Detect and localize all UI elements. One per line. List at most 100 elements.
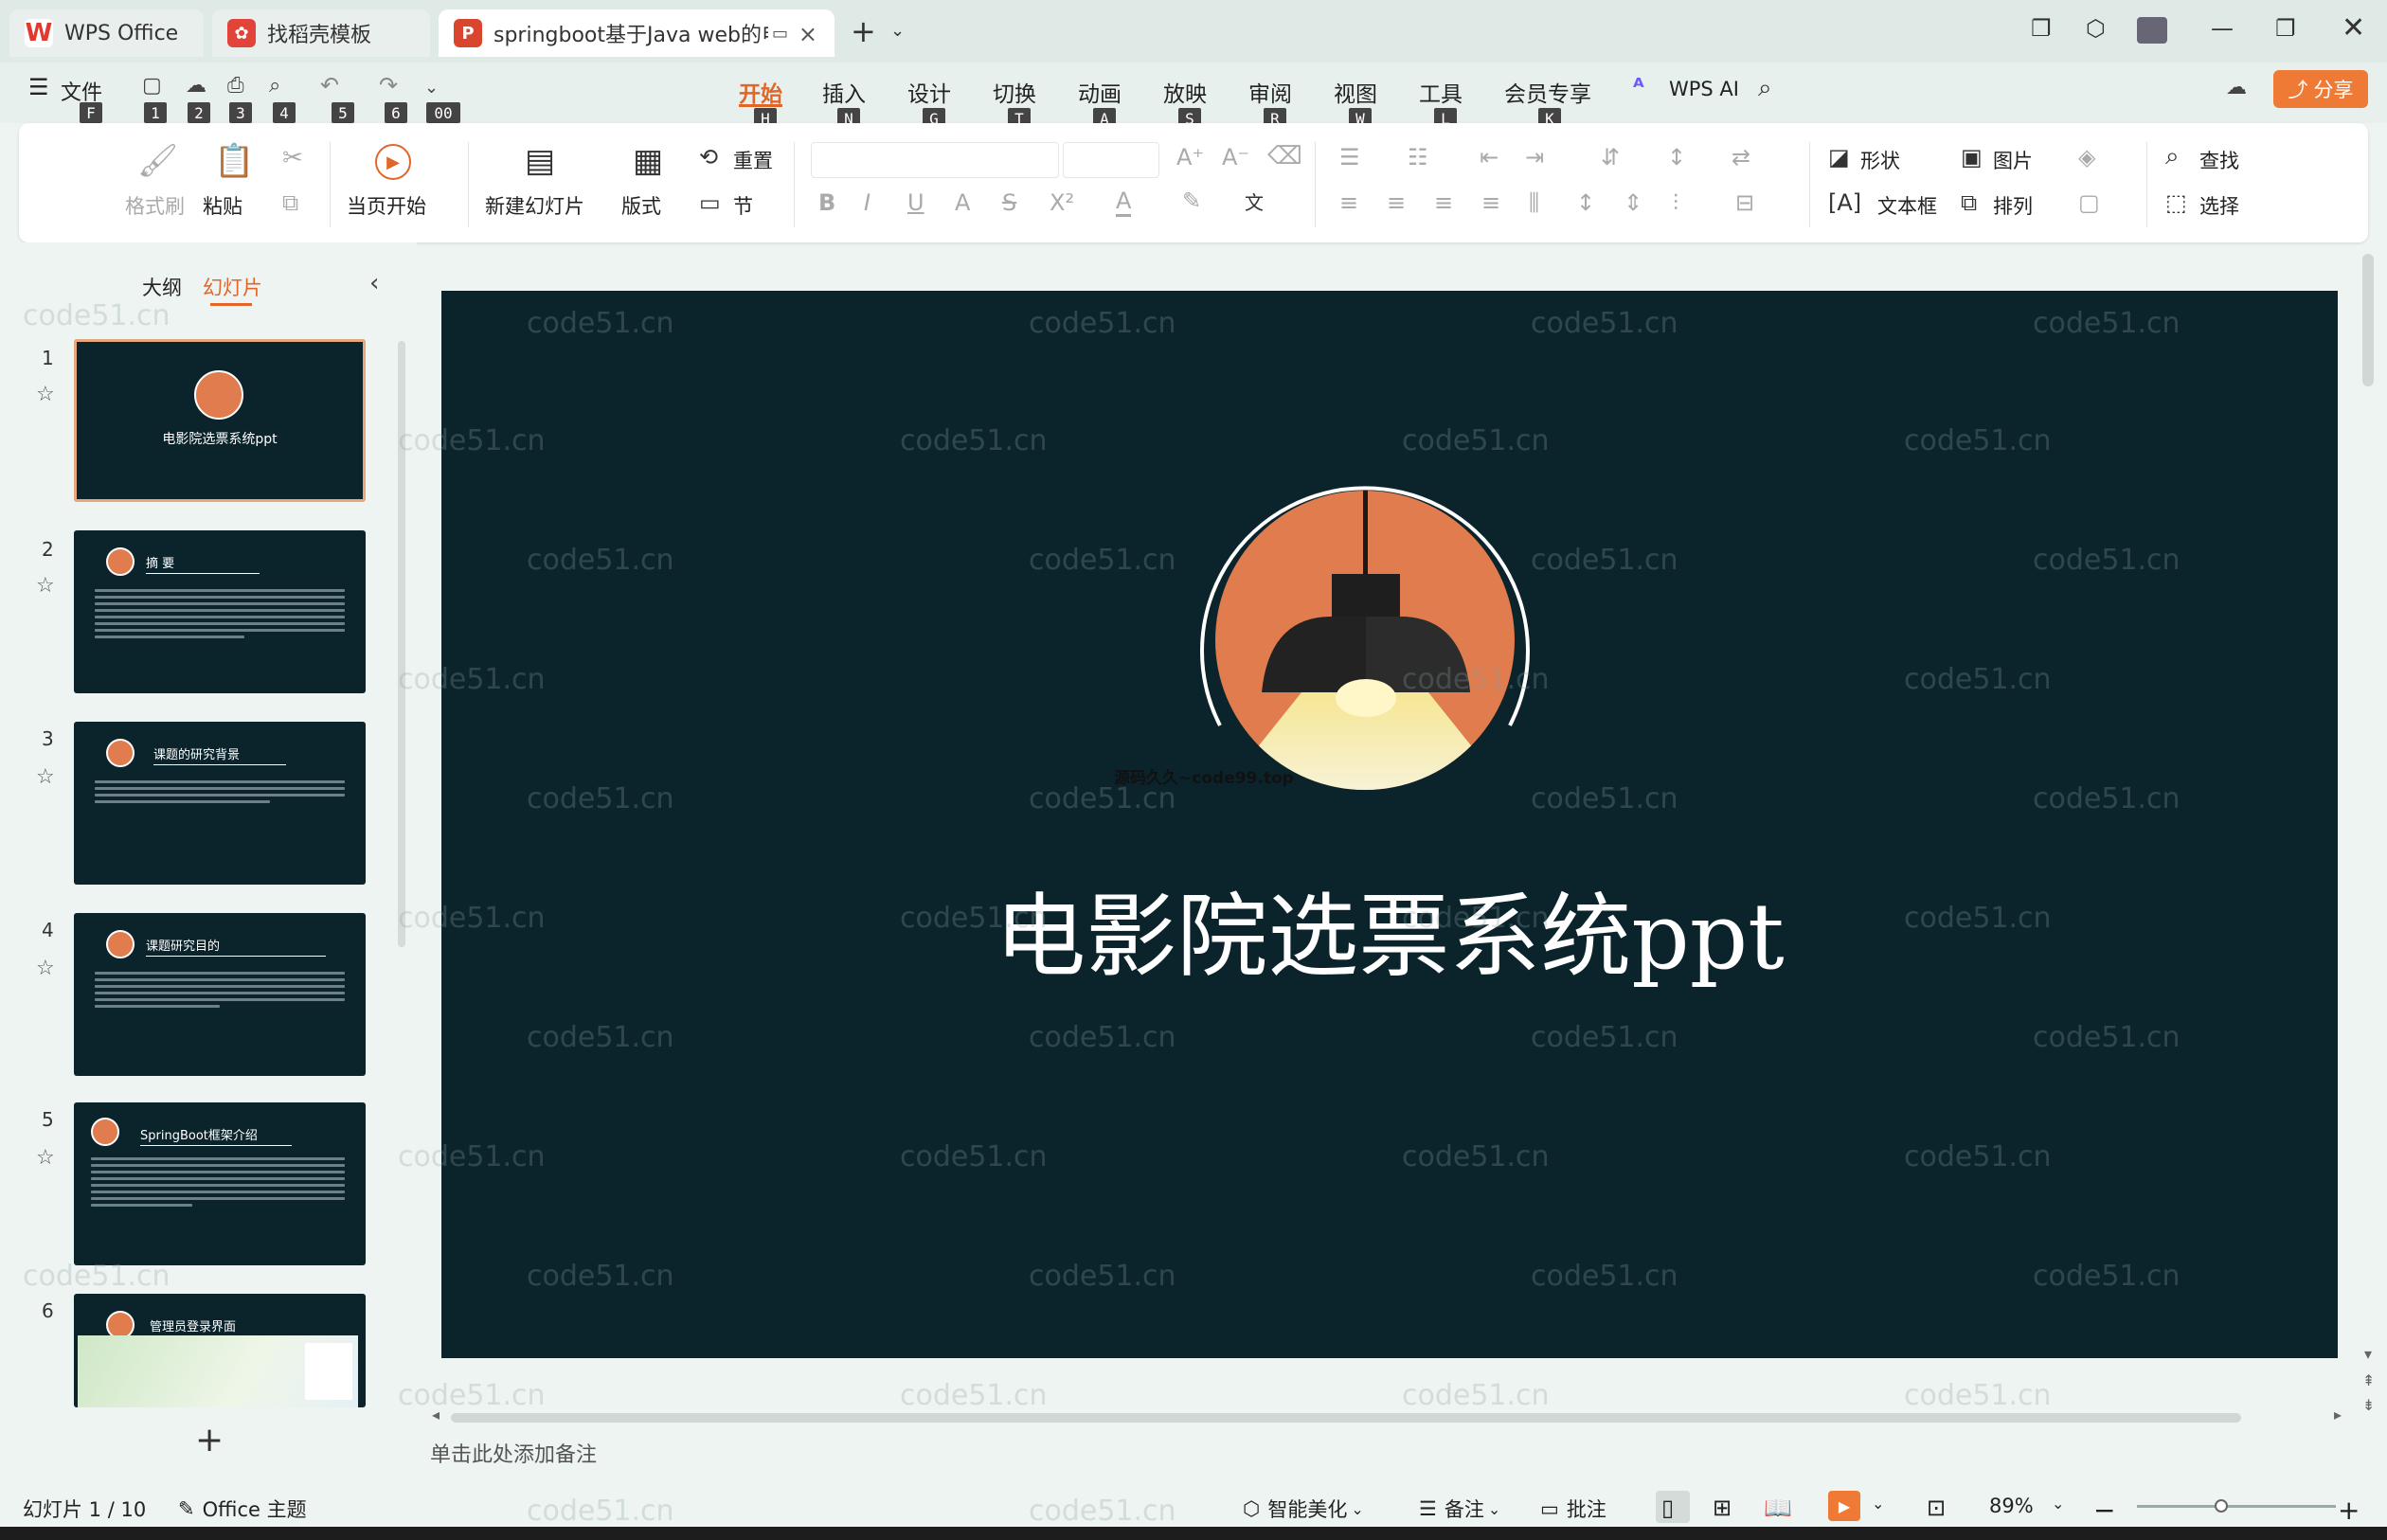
restore-icon[interactable]: ❐ <box>2275 15 2296 42</box>
align-right-icon[interactable]: ≡ <box>1434 189 1453 216</box>
next-slide-icon[interactable]: ⇟ <box>2362 1396 2375 1414</box>
redo-icon[interactable]: ↷ <box>379 72 398 98</box>
distribute-icon[interactable]: ⫼ <box>1529 189 1539 216</box>
cloud-sync-icon[interactable]: ☁ <box>2226 76 2247 99</box>
tab-docer[interactable]: ✿ 找稻壳模板 <box>212 9 430 57</box>
minimize-icon[interactable]: — <box>2211 15 2234 42</box>
save-icon[interactable]: ▢ <box>142 74 162 98</box>
textbox-icon[interactable]: [A] <box>1828 189 1861 216</box>
chevron-down-icon[interactable]: ⌄ <box>890 21 905 41</box>
add-slide-button[interactable]: + <box>195 1421 224 1459</box>
grow-font-icon[interactable]: A⁺ <box>1176 144 1204 170</box>
tab-wps-office[interactable]: W WPS Office <box>9 9 204 57</box>
tab-slideshow[interactable]: 放映 <box>1163 76 1207 108</box>
smart-beautify-button[interactable]: ⬡ 智能美化 ⌄ <box>1243 1495 1364 1523</box>
underline-icon[interactable]: U <box>907 189 924 216</box>
layout-icon[interactable]: ▦ <box>633 142 663 180</box>
slide-thumb-6[interactable]: 管理员登录界面 <box>74 1294 366 1407</box>
chevron-down-icon[interactable]: ⌄ <box>2052 1495 2064 1513</box>
cube-icon[interactable]: ⬡ <box>2086 15 2106 42</box>
slides-tab[interactable]: 幻灯片 <box>203 273 262 301</box>
avatar[interactable] <box>2137 17 2167 44</box>
close-tab-icon[interactable]: × <box>799 21 817 47</box>
text-direction-icon[interactable]: ⇵ <box>1601 144 1620 170</box>
shrink-font-icon[interactable]: A⁻ <box>1222 144 1249 170</box>
notes-toggle-button[interactable]: ☰ 备注 ⌄ <box>1419 1495 1500 1523</box>
new-slide-button[interactable]: 新建幻灯片 <box>485 191 584 220</box>
picture-button[interactable]: 图片 <box>1993 146 2033 174</box>
theme-button[interactable]: ✎ Office 主题 <box>178 1495 307 1523</box>
clear-format-icon[interactable]: ⌫ <box>1267 142 1302 170</box>
font-color-icon[interactable]: A <box>1116 188 1132 217</box>
textbox-button[interactable]: 文本框 <box>1877 191 1937 220</box>
star-icon[interactable]: ☆ <box>36 765 55 789</box>
paste-icon[interactable]: 📋 <box>214 142 254 180</box>
collapse-panel-icon[interactable]: ‹ <box>369 269 379 297</box>
increase-indent-icon[interactable]: ⇥ <box>1525 144 1544 170</box>
new-tab-button[interactable]: + <box>851 13 876 49</box>
star-icon[interactable]: ☆ <box>36 1146 55 1170</box>
tab-view[interactable]: 视图 <box>1334 76 1377 108</box>
cut-icon[interactable]: ✂ <box>282 144 303 172</box>
section-icon[interactable]: ▭ <box>699 189 721 216</box>
slide-thumb-3[interactable]: 课题的研究背景 <box>74 722 366 885</box>
tab-insert[interactable]: 插入 <box>822 76 866 108</box>
new-slide-icon[interactable]: ▤ <box>525 142 555 180</box>
tab-animation[interactable]: 动画 <box>1078 76 1122 108</box>
picture-icon[interactable]: ▣ <box>1961 144 1983 170</box>
select-button[interactable]: 选择 <box>2199 191 2239 220</box>
phonetic-icon[interactable]: 文 <box>1245 188 1264 215</box>
print-icon[interactable]: ⎙ <box>227 74 244 98</box>
more-chevron-icon[interactable]: ⌄ <box>424 78 439 98</box>
vertical-align-icon[interactable]: ⊟ <box>1735 189 1754 216</box>
slide-canvas[interactable]: 源码久久~code99.top 电影院选票系统ppt <box>441 291 2338 1358</box>
section-button[interactable]: 节 <box>733 191 753 220</box>
comments-button[interactable]: ▭ 批注 <box>1540 1495 1606 1523</box>
bullets-icon[interactable]: ☰ <box>1339 144 1360 170</box>
slide-thumb-5[interactable]: SpringBoot框架介绍 <box>74 1102 366 1265</box>
wps-ai-button[interactable]: WPS AI <box>1669 78 1739 100</box>
find-button[interactable]: 查找 <box>2199 146 2239 174</box>
share-button[interactable]: ⤴ 分享 <box>2273 70 2368 108</box>
tab-design[interactable]: 设计 <box>907 76 951 108</box>
paragraph-spacing-icon[interactable]: ⇕ <box>1624 189 1642 216</box>
shadow-icon[interactable]: A <box>955 189 970 216</box>
zoom-in-icon[interactable]: + <box>2338 1495 2360 1526</box>
arrange-icon[interactable]: ⧉ <box>1961 189 1977 216</box>
find-icon[interactable]: ⌕ <box>2165 142 2180 171</box>
horizontal-scrollbar[interactable] <box>451 1413 2241 1423</box>
zoom-out-icon[interactable]: − <box>2093 1495 2115 1526</box>
reset-button[interactable]: 重置 <box>733 146 773 174</box>
vertical-scrollbar[interactable] <box>2362 254 2374 386</box>
outline-tab[interactable]: 大纲 <box>142 273 182 301</box>
slide-thumb-1[interactable]: 电影院选票系统ppt <box>74 339 366 502</box>
chevron-down-icon[interactable]: ⌄ <box>1872 1495 1884 1513</box>
play-icon[interactable]: ▶ <box>375 144 411 180</box>
italic-icon[interactable]: I <box>864 189 870 216</box>
scroll-right-icon[interactable]: ▸ <box>2334 1406 2342 1424</box>
sorter-view-icon[interactable]: ⊞ <box>1713 1495 1732 1521</box>
highlight-icon[interactable]: ✎ <box>1182 188 1201 214</box>
tab-review[interactable]: 审阅 <box>1248 76 1292 108</box>
font-family-select[interactable] <box>811 142 1059 178</box>
superscript-icon[interactable]: X² <box>1050 189 1074 216</box>
fit-window-icon[interactable]: ⊡ <box>1927 1495 1946 1521</box>
star-icon[interactable]: ☆ <box>36 574 55 598</box>
format-painter-icon[interactable]: 🖌 <box>137 142 178 180</box>
align-center-icon[interactable]: ≡ <box>1387 189 1406 216</box>
tab-tools[interactable]: 工具 <box>1419 76 1463 108</box>
normal-view-icon[interactable]: ▯ <box>1661 1495 1674 1521</box>
align-left-icon[interactable]: ≡ <box>1339 189 1358 216</box>
star-icon[interactable]: ☆ <box>36 957 55 980</box>
shape-button[interactable]: 形状 <box>1860 146 1900 174</box>
strikethrough-icon[interactable]: S <box>1002 189 1016 216</box>
tab-member[interactable]: 会员专享 <box>1504 76 1591 108</box>
columns-icon[interactable]: ⫶ <box>1673 189 1678 216</box>
line-spacing-icon[interactable]: ↕ <box>1576 189 1595 216</box>
reset-icon[interactable]: ⟲ <box>699 144 718 170</box>
sort-icon[interactable]: ↕ <box>1667 144 1686 170</box>
shape-icon[interactable]: ◪ <box>1828 144 1850 170</box>
star-icon[interactable]: ☆ <box>36 383 55 406</box>
cloud-icon[interactable]: ☁ <box>186 74 206 98</box>
convert-icon[interactable]: ⇄ <box>1732 144 1750 170</box>
